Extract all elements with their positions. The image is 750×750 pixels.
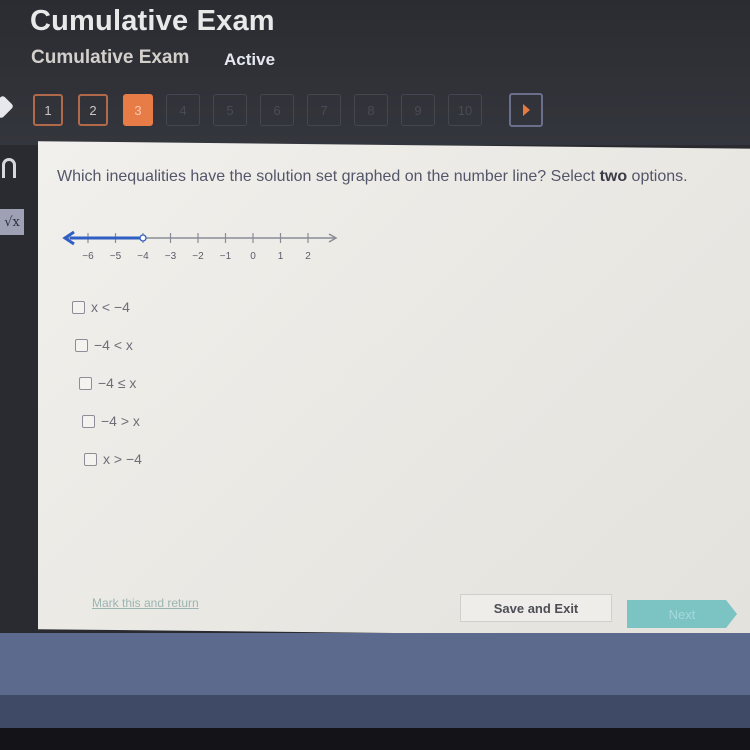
option-label: −4 > x bbox=[101, 413, 140, 429]
number-line: −6 −5 −4 −3 −2 −1 0 1 2 bbox=[62, 230, 338, 262]
question-number: 3 bbox=[134, 102, 142, 118]
option-checkbox[interactable] bbox=[75, 338, 88, 352]
square-root-icon[interactable]: √x bbox=[0, 209, 24, 235]
headphones-icon[interactable] bbox=[2, 158, 16, 178]
question-panel bbox=[38, 141, 750, 637]
save-and-exit-button[interactable]: Save and Exit bbox=[460, 594, 612, 622]
option-checkbox[interactable] bbox=[79, 376, 92, 390]
mark-and-return-link[interactable]: Mark this and return bbox=[92, 596, 199, 610]
question-button-10: 10 bbox=[448, 94, 482, 126]
page-title: Cumulative Exam bbox=[30, 5, 275, 37]
tick-label: −2 bbox=[192, 251, 204, 262]
next-question-button[interactable] bbox=[509, 93, 543, 127]
answer-options: x < −4 −4 < x −4 ≤ x −4 > x x > −4 bbox=[72, 288, 142, 478]
option-2[interactable]: −4 < x bbox=[75, 326, 142, 364]
option-checkbox[interactable] bbox=[84, 452, 97, 466]
option-4[interactable]: −4 > x bbox=[82, 402, 142, 440]
question-button-6: 6 bbox=[260, 94, 294, 126]
question-button-5: 5 bbox=[213, 94, 247, 126]
option-label: x < −4 bbox=[91, 299, 130, 315]
tick-label: −5 bbox=[110, 251, 122, 262]
question-number: 6 bbox=[273, 102, 281, 118]
play-arrow-icon bbox=[522, 104, 530, 116]
open-circle-point bbox=[139, 234, 147, 242]
tick-label: −6 bbox=[82, 251, 94, 262]
question-number: 1 bbox=[44, 102, 52, 118]
next-button[interactable]: Next bbox=[627, 600, 737, 628]
prompt-emphasis: two bbox=[599, 168, 628, 185]
question-button-9: 9 bbox=[401, 94, 435, 126]
question-button-8: 8 bbox=[354, 94, 388, 126]
question-button-1[interactable]: 1 bbox=[33, 94, 63, 126]
exam-subtitle: Cumulative Exam bbox=[31, 47, 190, 68]
question-number: 5 bbox=[226, 102, 234, 118]
question-number: 9 bbox=[414, 102, 422, 118]
option-label: −4 ≤ x bbox=[98, 375, 137, 391]
question-button-2[interactable]: 2 bbox=[78, 94, 108, 126]
question-number: 4 bbox=[179, 102, 187, 118]
tick-label: −1 bbox=[220, 251, 232, 262]
question-prompt: Which inequalities have the solution set… bbox=[57, 168, 688, 186]
question-number: 10 bbox=[457, 102, 473, 118]
question-button-7: 7 bbox=[307, 94, 341, 126]
question-number: 2 bbox=[89, 102, 97, 118]
option-checkbox[interactable] bbox=[82, 414, 95, 428]
option-label: −4 < x bbox=[94, 337, 133, 353]
tick-label: −3 bbox=[165, 251, 177, 262]
question-number: 8 bbox=[367, 102, 375, 118]
question-button-4: 4 bbox=[166, 94, 200, 126]
tick-label: −4 bbox=[137, 251, 149, 262]
prompt-text-end: options. bbox=[627, 168, 688, 185]
tick-label: 1 bbox=[278, 251, 284, 262]
option-checkbox[interactable] bbox=[72, 300, 85, 314]
tick-label: 2 bbox=[305, 251, 311, 262]
monitor-edge bbox=[0, 728, 750, 750]
screen-bezel-lower bbox=[0, 695, 750, 730]
prompt-text: Which inequalities have the solution set… bbox=[57, 168, 600, 185]
question-navigation: 1 2 3 4 5 6 7 8 9 10 bbox=[33, 93, 543, 127]
option-3[interactable]: −4 ≤ x bbox=[79, 364, 142, 402]
status-label: Active bbox=[224, 50, 276, 69]
option-5[interactable]: x > −4 bbox=[84, 440, 142, 478]
option-1[interactable]: x < −4 bbox=[72, 288, 142, 326]
question-number: 7 bbox=[320, 102, 328, 118]
tick-label: 0 bbox=[250, 251, 256, 262]
option-label: x > −4 bbox=[103, 451, 142, 467]
question-button-3[interactable]: 3 bbox=[123, 94, 153, 126]
